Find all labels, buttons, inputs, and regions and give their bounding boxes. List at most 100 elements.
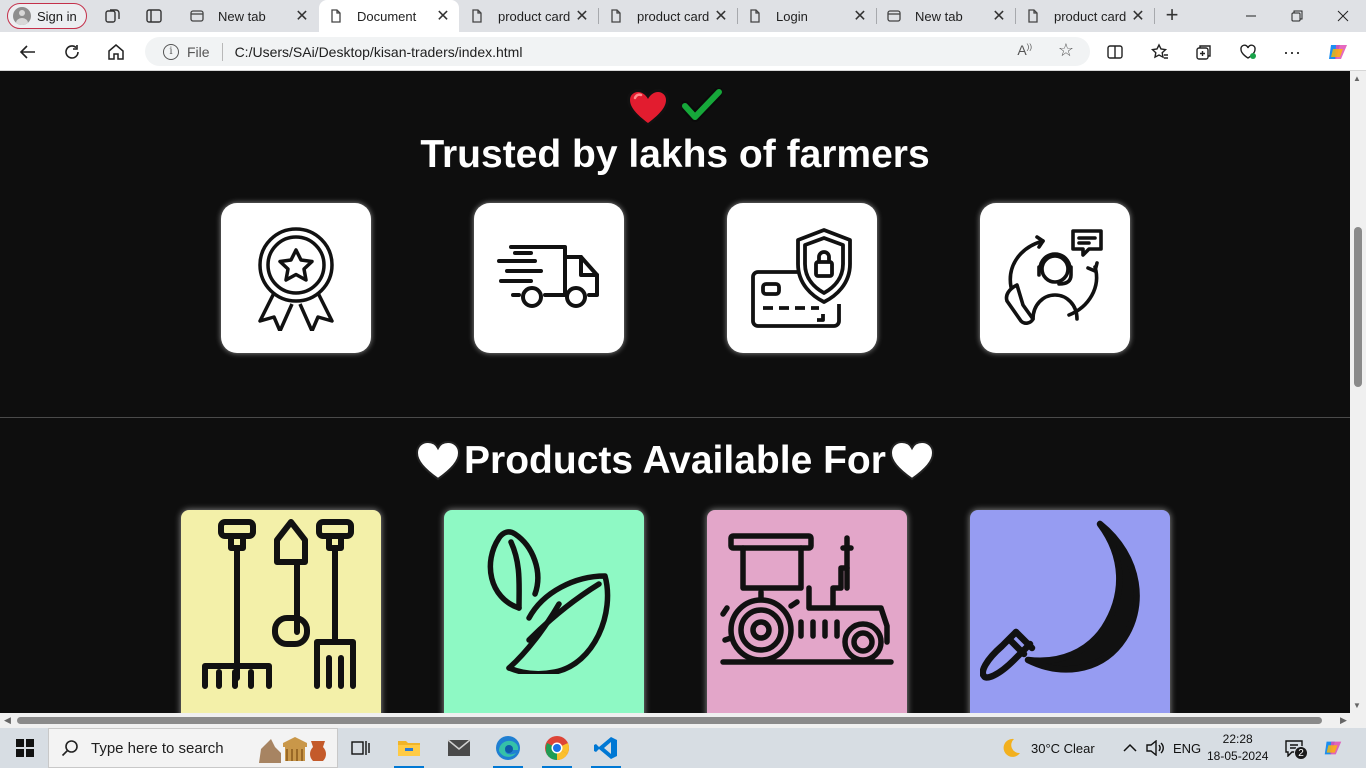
tab-label: product card [637,8,710,24]
show-hidden-icons-button[interactable] [1123,728,1137,768]
home-button[interactable] [102,38,130,66]
minimize-button[interactable] [1228,0,1274,32]
chevron-up-icon [1123,743,1137,752]
tab-product-card-3[interactable]: product card ✕ [1016,4,1155,28]
close-tab-icon[interactable]: ✕ [852,6,868,26]
weather-widget[interactable]: 30°C Clear [1000,728,1095,768]
document-icon [748,9,762,23]
section-divider [0,417,1350,418]
site-info-icon[interactable]: i [163,43,179,60]
white-heart-icon [889,441,934,481]
task-view-button[interactable] [337,728,383,768]
heading-emoji-row [626,88,722,128]
taskbar-search-box[interactable]: Type here to search [48,728,338,768]
task-view-icon [351,741,370,755]
tab-login[interactable]: Login ✕ [738,4,877,28]
secure-payment-icon [751,228,852,328]
vertical-scrollbar[interactable]: ▲ ▼ [1350,71,1366,713]
product-card-tractor[interactable] [707,510,907,713]
fast-delivery-truck-icon [497,245,599,308]
volume-button[interactable] [1146,728,1164,768]
check-mark-emoji-icon [682,88,722,122]
restore-button[interactable] [1274,0,1320,32]
close-window-button[interactable] [1320,0,1366,32]
mail-icon [447,739,471,756]
url-bar[interactable]: i File C:/Users/SAi/Desktop/kisan-trader… [145,37,1090,66]
tab-new-tab-2[interactable]: New tab ✕ [877,4,1016,28]
notifications-button[interactable]: 2 [1284,728,1308,768]
vscode-button[interactable] [583,728,629,768]
close-tab-icon[interactable]: ✕ [991,6,1007,26]
close-tab-icon[interactable]: ✕ [574,6,590,26]
sign-in-label: Sign in [37,8,77,24]
product-card-tools[interactable] [181,510,381,713]
file-explorer-icon [398,741,420,756]
close-tab-icon[interactable]: ✕ [294,6,310,26]
url-text[interactable]: C:/Users/SAi/Desktop/kisan-traders/index… [235,44,523,60]
horizontal-scroll-thumb[interactable] [17,717,1322,724]
tab-label: product card [1054,8,1127,24]
customer-support-icon [1004,229,1103,325]
trusted-heading: Trusted by lakhs of farmers [420,133,930,176]
newtab-icon [887,9,901,23]
profile-avatar-icon [13,7,31,25]
address-bar-toolbar: i File C:/Users/SAi/Desktop/kisan-trader… [0,32,1366,71]
tab-product-card-1[interactable]: product card ✕ [460,4,599,28]
close-tab-icon[interactable]: ✕ [435,6,451,26]
feature-card-support [980,203,1130,353]
copilot-taskbar-button[interactable] [1322,728,1344,768]
settings-more-icon[interactable]: ··· [1279,39,1305,65]
feature-card-secure-payment [727,203,877,353]
speaker-icon [1146,740,1164,756]
close-tab-icon[interactable]: ✕ [713,6,729,26]
tab-label: New tab [915,8,963,24]
search-placeholder: Type here to search [91,739,224,757]
tab-label: product card [498,8,571,24]
sickle-icon [980,520,1140,681]
search-icon [61,740,78,757]
close-tab-icon[interactable]: ✕ [1130,6,1146,26]
tab-label: New tab [218,8,266,24]
tab-label: Login [776,8,808,24]
copilot-taskbar-icon [1324,741,1342,755]
copilot-icon[interactable] [1325,39,1351,65]
file-explorer-button[interactable] [386,728,432,768]
products-heading-row: Products Available For [0,439,1350,483]
tab-document[interactable]: Document ✕ [319,0,459,32]
tab-new-tab-1[interactable]: New tab ✕ [180,4,318,28]
language-indicator[interactable]: ENG [1173,728,1201,768]
horizontal-scrollbar[interactable]: ◀ ▶ [0,713,1366,728]
read-aloud-icon[interactable]: A)) [1017,42,1032,58]
product-card-harvesting[interactable] [970,510,1170,713]
scheme-label: File [187,43,210,60]
collections-icon[interactable] [1191,39,1217,65]
split-screen-icon[interactable] [1102,39,1128,65]
workspaces-icon[interactable] [103,6,123,26]
page-content: Trusted by lakhs of farmers Products Ava… [0,71,1350,713]
new-tab-button[interactable]: + [1160,4,1184,28]
favorite-star-icon[interactable]: ☆ [1058,40,1074,61]
refresh-button[interactable] [58,38,86,66]
white-heart-icon [416,441,461,481]
vertical-scroll-thumb[interactable] [1354,227,1362,387]
favorites-icon[interactable] [1147,39,1173,65]
weather-text: 30°C Clear [1031,740,1095,756]
feature-card-delivery [474,203,624,353]
edge-browser-button[interactable] [485,728,531,768]
sign-in-button[interactable]: Sign in [7,3,87,29]
product-card-crops[interactable] [444,510,644,713]
tab-actions-icon[interactable] [144,6,164,26]
tab-product-card-2[interactable]: product card ✕ [599,4,738,28]
chrome-button[interactable] [534,728,580,768]
start-button[interactable] [2,728,48,768]
clock[interactable]: 22:28 18-05-2024 [1207,728,1268,768]
back-button[interactable] [14,38,42,66]
browser-essentials-icon[interactable] [1235,39,1261,65]
heart-emoji-icon [627,89,669,126]
feature-card-quality [221,203,371,353]
mail-button[interactable] [436,728,482,768]
gardening-tools-icon [202,519,356,689]
moon-icon [1003,738,1020,757]
search-highlight-icon [259,737,326,763]
clock-date: 18-05-2024 [1207,749,1269,763]
